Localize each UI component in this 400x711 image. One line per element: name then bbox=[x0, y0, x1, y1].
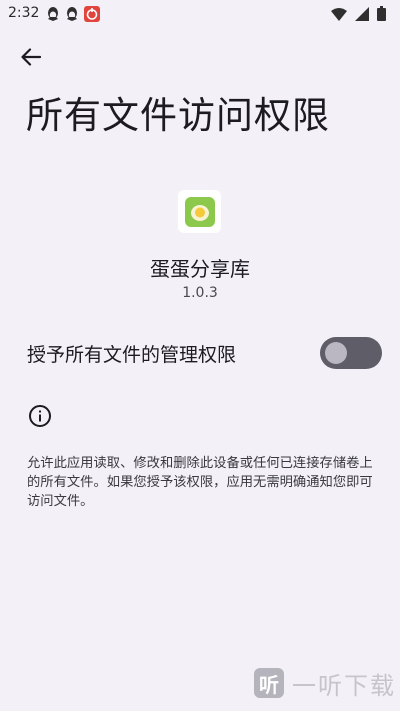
app-version: 1.0.3 bbox=[182, 285, 218, 301]
app-icon bbox=[178, 190, 221, 233]
signal-icon bbox=[355, 6, 369, 25]
watermark: 听 一听下载 bbox=[240, 655, 400, 711]
qq-icon bbox=[46, 6, 60, 26]
battery-icon bbox=[377, 6, 386, 25]
toggle-thumb bbox=[325, 342, 347, 364]
status-time: 2:32 bbox=[8, 5, 40, 21]
system-icons bbox=[331, 6, 386, 25]
app-name: 蛋蛋分享库 bbox=[150, 257, 250, 281]
qq-icon bbox=[65, 6, 79, 26]
info-icon bbox=[28, 404, 52, 428]
back-button[interactable] bbox=[16, 44, 46, 74]
all-files-permission-row[interactable]: 授予所有文件的管理权限 bbox=[0, 330, 400, 376]
app-notification-icon bbox=[84, 6, 100, 26]
permission-label: 授予所有文件的管理权限 bbox=[27, 344, 237, 366]
watermark-text: 一听下载 bbox=[292, 671, 396, 700]
arrow-back-icon bbox=[21, 48, 42, 70]
wifi-icon bbox=[331, 6, 347, 25]
app-logo-icon bbox=[184, 196, 215, 227]
status-bar: 2:32 bbox=[0, 0, 400, 30]
watermark-logo: 听 bbox=[254, 668, 284, 698]
permission-toggle[interactable] bbox=[320, 337, 382, 369]
page-title: 所有文件访问权限 bbox=[26, 94, 330, 137]
permission-description: 允许此应用读取、修改和删除此设备或任何已连接存储卷上的所有文件。如果您授予该权限… bbox=[27, 456, 373, 509]
notification-icons bbox=[46, 6, 100, 26]
